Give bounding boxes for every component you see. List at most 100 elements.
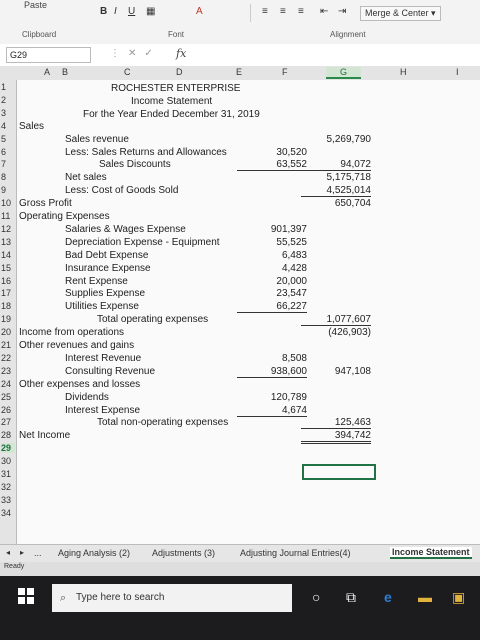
formula-cancel-confirm-icons[interactable]: ⋮✕✓ — [110, 48, 161, 59]
row-header-3[interactable]: 3 — [1, 108, 15, 118]
align-center-icon[interactable]: ≡ — [280, 6, 286, 17]
row-header-33[interactable]: 33 — [1, 495, 15, 505]
font-color-icon[interactable]: A — [196, 6, 203, 17]
column-header-b[interactable]: B — [62, 67, 68, 77]
cell-label-row-19[interactable]: Total operating expenses — [97, 314, 208, 325]
taskbar-search-box[interactable]: ⌕ Type here to search — [52, 584, 292, 612]
row-header-34[interactable]: 34 — [1, 508, 15, 518]
row-header-27[interactable]: 27 — [1, 417, 15, 427]
cell-label-row-26[interactable]: Interest Expense — [65, 405, 140, 416]
row-header-10[interactable]: 10 — [1, 198, 15, 208]
cell-g-row-23[interactable]: 947,108 — [301, 366, 371, 377]
column-header-e[interactable]: E — [236, 67, 242, 77]
borders-icon[interactable]: ▦ — [146, 6, 155, 17]
cell-g-row-20[interactable]: (426,903) — [301, 327, 371, 338]
row-header-29[interactable]: 29 — [1, 443, 15, 454]
column-header-i[interactable]: I — [456, 67, 459, 77]
row-header-28[interactable]: 28 — [1, 430, 15, 440]
cell-label-row-15[interactable]: Insurance Expense — [65, 263, 151, 274]
cell-label-row-21[interactable]: Other revenues and gains — [19, 340, 134, 351]
row-header-16[interactable]: 16 — [1, 276, 15, 286]
decrease-indent-icon[interactable]: ⇤ — [320, 6, 328, 17]
cell-label-row-9[interactable]: Less: Cost of Goods Sold — [65, 185, 178, 196]
store-icon[interactable]: ▣ — [452, 589, 465, 606]
cell-g-row-9[interactable]: 4,525,014 — [301, 185, 371, 198]
row-header-11[interactable]: 11 — [1, 211, 15, 221]
cell-label-row-24[interactable]: Other expenses and losses — [19, 379, 140, 390]
cell-label-row-13[interactable]: Depreciation Expense - Equipment — [65, 237, 220, 248]
worksheet-grid[interactable]: ROCHESTER ENTERPRISE Income Statement Fo… — [17, 80, 480, 544]
cell-label-row-22[interactable]: Interest Revenue — [65, 353, 141, 364]
title-period[interactable]: For the Year Ended December 31, 2019 — [83, 109, 260, 120]
cell-label-row-18[interactable]: Utilities Expense — [65, 301, 139, 312]
cell-g-row-19[interactable]: 1,077,607 — [301, 314, 371, 327]
cortana-icon[interactable]: ○ — [312, 589, 320, 605]
row-header-2[interactable]: 2 — [1, 95, 15, 105]
merge-center-button[interactable]: Merge & Center ▾ — [360, 6, 441, 21]
task-view-icon[interactable]: ⧉ — [346, 589, 356, 606]
row-header-25[interactable]: 25 — [1, 392, 15, 402]
name-box[interactable]: G29 — [6, 47, 91, 63]
column-header-c[interactable]: C — [124, 67, 131, 77]
edge-browser-icon[interactable]: e — [384, 589, 392, 605]
tab-aging-analysis[interactable]: Aging Analysis (2) — [58, 548, 130, 558]
row-header-8[interactable]: 8 — [1, 172, 15, 182]
paste-button[interactable]: Paste — [24, 0, 47, 10]
selected-cell-g29[interactable] — [302, 464, 376, 480]
row-header-15[interactable]: 15 — [1, 263, 15, 273]
cell-label-row-25[interactable]: Dividends — [65, 392, 109, 403]
cell-f-row-13[interactable]: 55,525 — [237, 237, 307, 248]
title-statement[interactable]: Income Statement — [131, 96, 212, 107]
align-left-icon[interactable]: ≡ — [262, 6, 268, 17]
cell-f-row-16[interactable]: 20,000 — [237, 276, 307, 287]
row-header-30[interactable]: 30 — [1, 456, 15, 466]
italic-button[interactable]: I — [114, 6, 117, 17]
cell-label-row-17[interactable]: Supplies Expense — [65, 288, 145, 299]
cell-label-row-27[interactable]: Total non-operating expenses — [97, 417, 228, 428]
row-header-19[interactable]: 19 — [1, 314, 15, 324]
cell-g-row-10[interactable]: 650,704 — [301, 198, 371, 209]
tab-adjusting-journal-entries[interactable]: Adjusting Journal Entries(4) — [240, 548, 351, 558]
column-header-g[interactable]: G — [326, 67, 362, 79]
tab-income-statement[interactable]: Income Statement — [390, 547, 472, 559]
cell-label-row-23[interactable]: Consulting Revenue — [65, 366, 155, 377]
row-header-26[interactable]: 26 — [1, 405, 15, 415]
cell-label-row-5[interactable]: Sales revenue — [65, 134, 129, 145]
title-company[interactable]: ROCHESTER ENTERPRISE — [111, 83, 240, 94]
cell-f-row-7[interactable]: 63,552 — [237, 159, 307, 172]
cell-label-row-8[interactable]: Net sales — [65, 172, 107, 183]
cell-f-row-17[interactable]: 23,547 — [237, 288, 307, 299]
row-header-7[interactable]: 7 — [1, 159, 15, 169]
tab-ellipsis[interactable]: ... — [34, 548, 42, 558]
row-header-17[interactable]: 17 — [1, 288, 15, 298]
cell-f-row-18[interactable]: 66,227 — [237, 301, 307, 314]
column-header-h[interactable]: H — [400, 67, 407, 77]
cell-f-row-22[interactable]: 8,508 — [237, 353, 307, 364]
row-header-4[interactable]: 4 — [1, 121, 15, 131]
row-header-5[interactable]: 5 — [1, 134, 15, 144]
tab-scroll-left-icon[interactable]: ◂ — [6, 548, 10, 557]
cell-f-row-23[interactable]: 938,600 — [237, 366, 307, 378]
row-header-32[interactable]: 32 — [1, 482, 15, 492]
increase-indent-icon[interactable]: ⇥ — [338, 6, 346, 17]
cell-label-row-12[interactable]: Salaries & Wages Expense — [65, 224, 186, 235]
tab-adjustments[interactable]: Adjustments (3) — [152, 548, 215, 558]
cell-label-row-20[interactable]: Income from operations — [19, 327, 124, 338]
row-header-23[interactable]: 23 — [1, 366, 15, 376]
cell-label-row-11[interactable]: Operating Expenses — [19, 211, 110, 222]
cell-label-row-7[interactable]: Sales Discounts — [99, 159, 171, 170]
cell-f-row-26[interactable]: 4,674 — [237, 405, 307, 417]
column-header-f[interactable]: F — [282, 67, 288, 77]
row-header-21[interactable]: 21 — [1, 340, 15, 350]
row-header-1[interactable]: 1 — [1, 82, 15, 92]
cell-g-row-27[interactable]: 125,463 — [301, 417, 371, 430]
row-header-12[interactable]: 12 — [1, 224, 15, 234]
row-header-22[interactable]: 22 — [1, 353, 15, 363]
row-header-18[interactable]: 18 — [1, 301, 15, 311]
column-header-a[interactable]: A — [44, 67, 50, 77]
row-header-24[interactable]: 24 — [1, 379, 15, 389]
cell-f-row-15[interactable]: 4,428 — [237, 263, 307, 274]
cell-f-row-14[interactable]: 6,483 — [237, 250, 307, 261]
row-header-13[interactable]: 13 — [1, 237, 15, 247]
cell-g-row-8[interactable]: 5,175,718 — [301, 172, 372, 183]
